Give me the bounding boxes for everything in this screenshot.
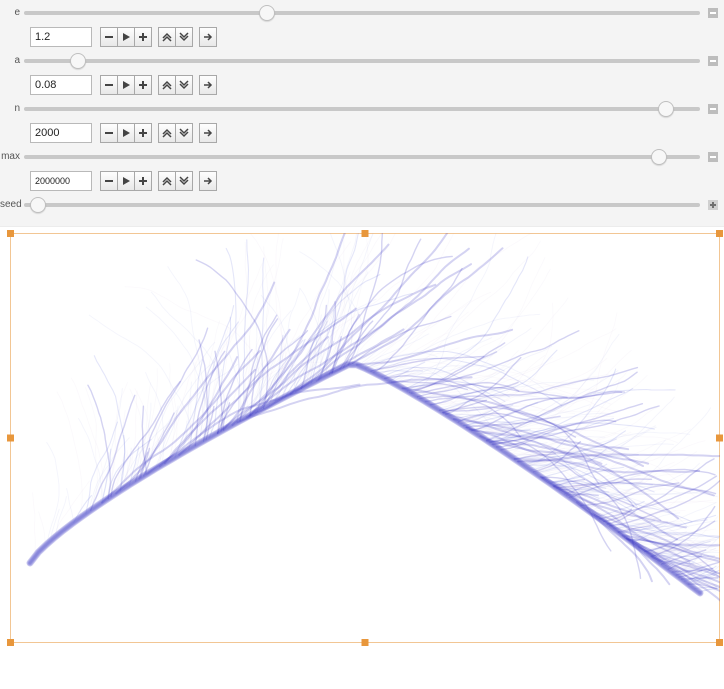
step-minus-a[interactable]	[100, 75, 118, 95]
play-e[interactable]	[117, 27, 135, 47]
param-label-seed: seed	[0, 200, 24, 210]
param-row-max: max	[0, 146, 718, 168]
output-canvas-area	[0, 227, 724, 649]
value-row-a	[0, 72, 718, 98]
slider-max[interactable]	[24, 152, 718, 162]
value-row-e	[0, 24, 718, 50]
param-row-a: a	[0, 50, 718, 72]
param-label-e: e	[0, 8, 24, 18]
collapse-toggle-a[interactable]	[708, 56, 718, 66]
big-down-e[interactable]	[175, 27, 193, 47]
slider-seed[interactable]	[24, 200, 718, 210]
param-label-max: max	[0, 152, 24, 162]
slider-a[interactable]	[24, 56, 718, 66]
play-n[interactable]	[117, 123, 135, 143]
play-a[interactable]	[117, 75, 135, 95]
big-up-max[interactable]	[158, 171, 176, 191]
step-minus-n[interactable]	[100, 123, 118, 143]
value-row-max	[0, 168, 718, 194]
param-row-e: e	[0, 2, 718, 24]
step-minus-e[interactable]	[100, 27, 118, 47]
value-input-e[interactable]	[30, 27, 92, 47]
step-plus-max[interactable]	[134, 171, 152, 191]
big-up-n[interactable]	[158, 123, 176, 143]
controls-panel: e a	[0, 0, 724, 227]
slider-n[interactable]	[24, 104, 718, 114]
commit-max[interactable]	[199, 171, 217, 191]
collapse-toggle-n[interactable]	[708, 104, 718, 114]
value-input-n[interactable]	[30, 123, 92, 143]
big-down-max[interactable]	[175, 171, 193, 191]
step-plus-e[interactable]	[134, 27, 152, 47]
step-plus-a[interactable]	[134, 75, 152, 95]
value-input-a[interactable]	[30, 75, 92, 95]
collapse-toggle-e[interactable]	[708, 8, 718, 18]
slider-e[interactable]	[24, 8, 718, 18]
param-row-n: n	[0, 98, 718, 120]
param-row-seed: seed	[0, 194, 718, 216]
play-max[interactable]	[117, 171, 135, 191]
step-minus-max[interactable]	[100, 171, 118, 191]
param-label-n: n	[0, 104, 24, 114]
step-plus-n[interactable]	[134, 123, 152, 143]
big-up-a[interactable]	[158, 75, 176, 95]
big-down-n[interactable]	[175, 123, 193, 143]
collapse-toggle-seed[interactable]	[708, 200, 718, 210]
big-up-e[interactable]	[158, 27, 176, 47]
param-label-a: a	[0, 56, 24, 66]
collapse-toggle-max[interactable]	[708, 152, 718, 162]
commit-a[interactable]	[199, 75, 217, 95]
commit-n[interactable]	[199, 123, 217, 143]
graphics-selection-frame[interactable]	[10, 233, 720, 643]
big-down-a[interactable]	[175, 75, 193, 95]
commit-e[interactable]	[199, 27, 217, 47]
value-input-max[interactable]	[30, 171, 92, 191]
generative-plot	[10, 233, 720, 643]
value-row-n	[0, 120, 718, 146]
